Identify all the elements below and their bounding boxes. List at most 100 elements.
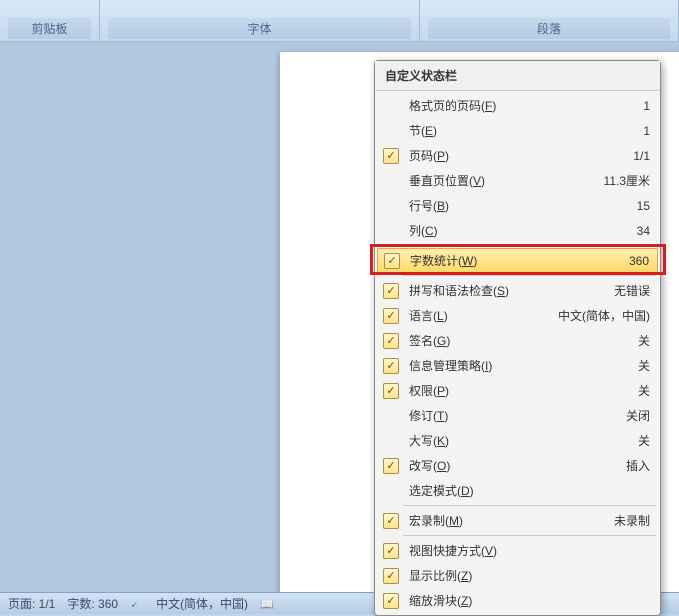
menu-item[interactable]: ✓宏录制(M)未录制: [375, 508, 660, 533]
menu-item-label: 签名(G): [403, 332, 590, 349]
ribbon: 剪贴板 字体 段落: [0, 0, 679, 42]
menu-item[interactable]: 修订(T)关闭: [375, 403, 660, 428]
menu-item-check-col: ✓: [379, 593, 403, 609]
menu-item-check-col: ✓: [379, 148, 403, 164]
status-language-label: 中文(简体，中国): [156, 595, 248, 612]
status-proofing[interactable]: [130, 597, 144, 611]
status-word-count[interactable]: 字数: 360: [67, 595, 118, 612]
context-menu-items: 格式页的页码(F)1节(E)1✓页码(P)1/1垂直页位置(V)11.3厘米行号…: [375, 91, 660, 615]
menu-item-value: 1/1: [590, 149, 650, 163]
menu-item-check-col: ✓: [379, 308, 403, 324]
menu-item-check-col: ✓: [379, 568, 403, 584]
menu-item[interactable]: 选定模式(D): [375, 478, 660, 503]
group-clipboard-label: 剪贴板: [8, 18, 91, 39]
menu-item[interactable]: ✓缩放滑块(Z): [375, 588, 660, 613]
status-insert-mode[interactable]: [260, 597, 274, 611]
menu-item[interactable]: ✓改写(O)插入: [375, 453, 660, 478]
menu-item-label: 选定模式(D): [403, 482, 590, 499]
menu-item[interactable]: 垂直页位置(V)11.3厘米: [375, 168, 660, 193]
group-paragraph-label: 段落: [428, 18, 670, 39]
menu-item-check-col: [379, 123, 403, 139]
menu-item-value: 34: [590, 224, 650, 238]
status-page-label: 页面: 1/1: [8, 595, 55, 612]
checkbox-empty: [383, 123, 399, 139]
checkmark-icon: ✓: [383, 148, 399, 164]
menu-item[interactable]: 行号(B)15: [375, 193, 660, 218]
status-words-label: 字数: 360: [67, 595, 118, 612]
menu-item-check-col: ✓: [379, 513, 403, 529]
checkmark-icon: ✓: [384, 253, 400, 269]
checkmark-icon: ✓: [383, 513, 399, 529]
menu-item[interactable]: ✓权限(P)关: [375, 378, 660, 403]
menu-item-label: 语言(L): [403, 307, 558, 324]
checkmark-icon: ✓: [383, 283, 399, 299]
menu-item-check-col: [379, 408, 403, 424]
menu-item-label: 改写(O): [403, 457, 590, 474]
menu-item-label: 大写(K): [403, 432, 590, 449]
menu-item-check-col: ✓: [379, 358, 403, 374]
menu-item-label: 信息管理策略(I): [403, 357, 590, 374]
menu-item-value: 关闭: [590, 407, 650, 424]
book-icon: [260, 597, 274, 611]
menu-item-check-col: [379, 173, 403, 189]
checkbox-empty: [383, 198, 399, 214]
checkmark-icon: ✓: [383, 593, 399, 609]
menu-item-check-col: [379, 433, 403, 449]
menu-separator: [403, 535, 656, 536]
status-page[interactable]: 页面: 1/1: [8, 595, 55, 612]
menu-item-label: 拼写和语法检查(S): [403, 282, 590, 299]
checkmark-icon: ✓: [383, 333, 399, 349]
menu-item[interactable]: 格式页的页码(F)1: [375, 93, 660, 118]
menu-item-value: 关: [590, 357, 650, 374]
checkmark-icon: ✓: [383, 383, 399, 399]
menu-item[interactable]: ✓视图快捷方式(V): [375, 538, 660, 563]
menu-item-label: 修订(T): [403, 407, 590, 424]
menu-item-label: 行号(B): [403, 197, 590, 214]
checkbox-empty: [383, 173, 399, 189]
menu-item-label: 显示比例(Z): [403, 567, 590, 584]
menu-item-label: 视图快捷方式(V): [403, 542, 590, 559]
checkbox-empty: [383, 98, 399, 114]
menu-item-label: 垂直页位置(V): [403, 172, 590, 189]
menu-item-label: 权限(P): [403, 382, 590, 399]
menu-item[interactable]: 列(C)34: [375, 218, 660, 243]
menu-item[interactable]: ✓拼写和语法检查(S)无错误: [375, 278, 660, 303]
menu-item-value: 15: [590, 199, 650, 213]
menu-item-check-col: ✓: [379, 458, 403, 474]
menu-item-value: 关: [590, 332, 650, 349]
menu-item[interactable]: ✓显示比例(Z): [375, 563, 660, 588]
checkbox-empty: [383, 433, 399, 449]
menu-item-value: 11.3厘米: [590, 172, 650, 189]
menu-item[interactable]: 节(E)1: [375, 118, 660, 143]
menu-separator: [403, 245, 656, 246]
ribbon-group-font: 字体: [100, 0, 420, 41]
menu-item[interactable]: ✓签名(G)关: [375, 328, 660, 353]
menu-item[interactable]: ✓字数统计(W)360: [377, 248, 658, 273]
menu-item-check-col: ✓: [379, 333, 403, 349]
menu-item-check-col: [379, 483, 403, 499]
menu-item-value: 插入: [590, 457, 650, 474]
menu-item[interactable]: ✓页码(P)1/1: [375, 143, 660, 168]
menu-item-value: 未录制: [590, 512, 650, 529]
checkmark-icon: ✓: [383, 543, 399, 559]
status-language[interactable]: 中文(简体，中国): [156, 595, 248, 612]
menu-item-label: 节(E): [403, 122, 590, 139]
checkmark-icon: ✓: [383, 568, 399, 584]
ribbon-group-clipboard: 剪贴板: [0, 0, 100, 41]
menu-item[interactable]: 大写(K)关: [375, 428, 660, 453]
menu-item-check-col: ✓: [379, 543, 403, 559]
checkbox-empty: [383, 483, 399, 499]
menu-item-label: 页码(P): [403, 147, 590, 164]
menu-item[interactable]: ✓语言(L)中文(简体，中国): [375, 303, 660, 328]
menu-item[interactable]: ✓信息管理策略(I)关: [375, 353, 660, 378]
menu-item-value: 1: [590, 99, 650, 113]
context-menu-title: 自定义状态栏: [375, 61, 660, 91]
menu-item-check-col: [379, 223, 403, 239]
menu-item-label: 宏录制(M): [403, 512, 590, 529]
menu-item-label: 列(C): [403, 222, 590, 239]
menu-item-check-col: [379, 98, 403, 114]
proofing-check-icon: [130, 597, 144, 611]
checkmark-icon: ✓: [383, 358, 399, 374]
checkmark-icon: ✓: [383, 308, 399, 324]
menu-item-label: 格式页的页码(F): [403, 97, 590, 114]
